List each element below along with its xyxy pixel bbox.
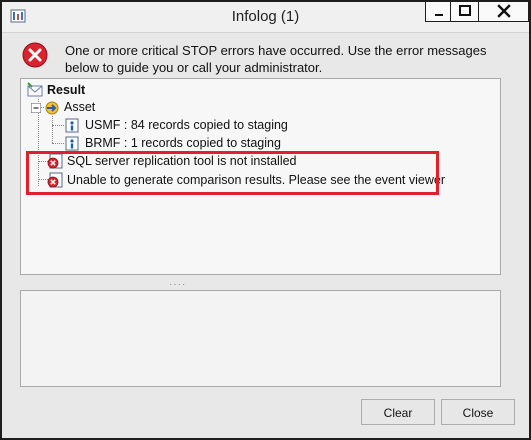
maximize-button[interactable] <box>451 2 479 22</box>
tree-connector <box>52 116 53 143</box>
title-bar[interactable]: Infolog (1) <box>2 2 529 33</box>
message-detail-pane <box>20 290 501 387</box>
info-icon <box>65 136 79 151</box>
close-icon <box>497 4 511 18</box>
info-message-text: USMF : 84 records copied to staging <box>85 118 288 132</box>
stop-error-icon <box>22 42 48 68</box>
error-highlight-box <box>26 151 439 195</box>
minimize-icon <box>435 14 443 16</box>
error-summary-message: One or more critical STOP errors have oc… <box>65 43 487 75</box>
splitter-grip[interactable]: ···· <box>169 279 186 290</box>
tree-connector <box>52 143 64 144</box>
group-arrow-icon <box>45 101 59 115</box>
maximize-icon <box>459 5 471 16</box>
tree-group-label: Asset <box>64 100 96 114</box>
close-window-button[interactable] <box>479 2 529 22</box>
collapse-toggle-icon[interactable] <box>31 103 41 113</box>
info-message-text: BRMF : 1 records copied to staging <box>85 136 281 150</box>
clear-button[interactable]: Clear <box>361 399 435 425</box>
envelope-icon <box>27 82 43 97</box>
close-button[interactable]: Close <box>441 399 515 425</box>
minimize-button[interactable] <box>425 2 451 22</box>
infolog-window: Infolog (1) One or more critical STOP er… <box>0 0 531 440</box>
tree-root-label: Result <box>47 83 86 97</box>
info-icon <box>65 118 79 133</box>
tree-connector <box>52 125 64 126</box>
